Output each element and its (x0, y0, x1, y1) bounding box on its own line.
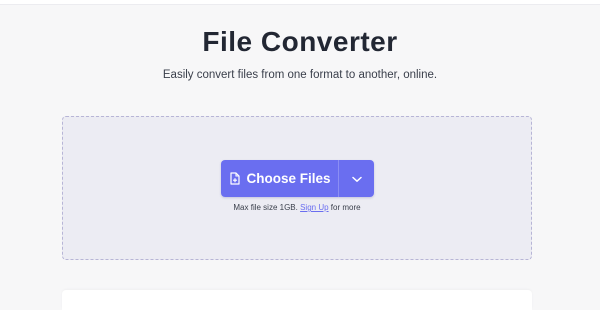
choose-files-button[interactable]: Choose Files (221, 160, 338, 197)
source-dropdown-button[interactable] (339, 160, 374, 197)
choose-files-button-group: Choose Files (221, 160, 374, 197)
top-bar (0, 0, 600, 5)
content-card (62, 290, 532, 310)
file-dropzone[interactable]: Choose Files Max file size 1GB. Sign Up … (62, 116, 532, 260)
file-size-limit-note: Max file size 1GB. Sign Up for more (63, 203, 531, 212)
file-add-icon (228, 172, 241, 185)
chevron-down-icon (351, 170, 362, 188)
signup-link[interactable]: Sign Up (300, 203, 328, 212)
page-subtitle: Easily convert files from one format to … (162, 69, 438, 81)
page-title: File Converter (202, 26, 398, 57)
limit-prefix: Max file size 1GB. (233, 203, 298, 212)
limit-suffix: for more (330, 203, 361, 212)
choose-files-label: Choose Files (246, 171, 331, 186)
